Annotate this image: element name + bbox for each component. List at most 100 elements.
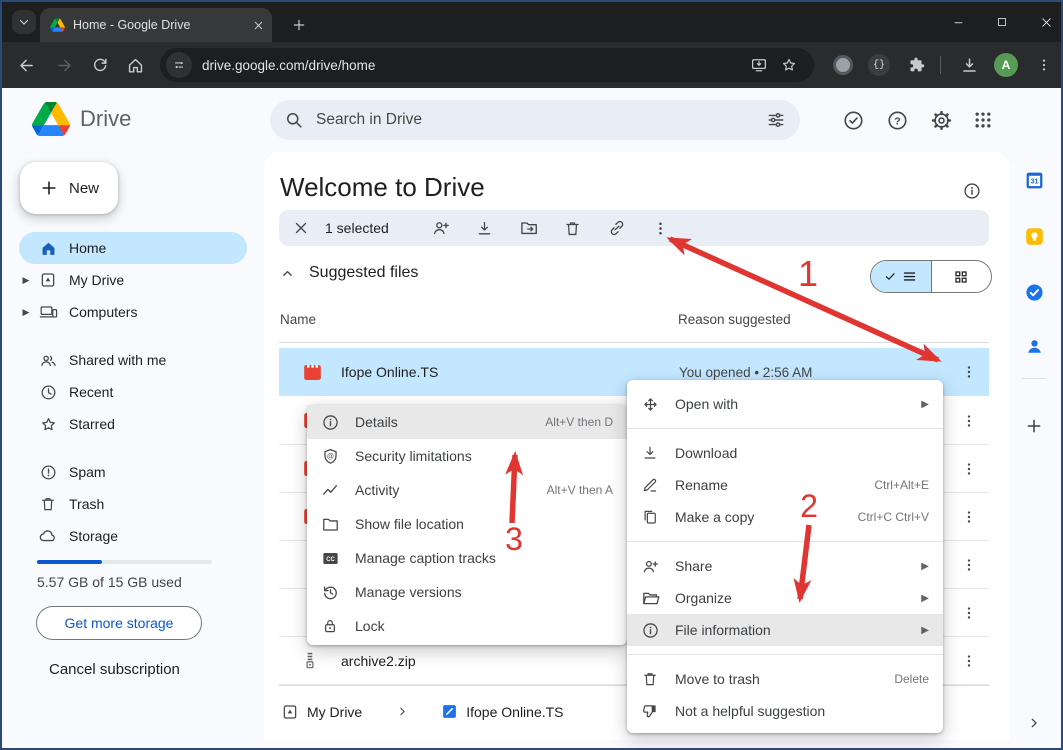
svg-text:31: 31 bbox=[1030, 178, 1038, 185]
browser-profile-avatar[interactable]: A bbox=[994, 53, 1018, 77]
menu-item-download[interactable]: Download bbox=[627, 437, 943, 469]
menu-item-manage-versions[interactable]: Manage versions bbox=[307, 575, 627, 609]
sidebar-item-home[interactable]: Home bbox=[19, 232, 247, 264]
menu-item-security-limitations[interactable]: @ Security limitations bbox=[307, 439, 627, 473]
browser-menu-button[interactable] bbox=[1032, 53, 1056, 77]
menu-item-organize[interactable]: Organize ▶ bbox=[627, 582, 943, 614]
extensions-button[interactable] bbox=[905, 53, 929, 77]
window-close-button[interactable] bbox=[1028, 2, 1063, 42]
calendar-panel-button[interactable]: 31 bbox=[1022, 168, 1046, 192]
sidebar-item-my-drive[interactable]: ▶ My Drive bbox=[19, 264, 247, 296]
row-more-actions-button[interactable] bbox=[949, 413, 989, 429]
downloads-button[interactable] bbox=[957, 53, 981, 77]
list-view-button[interactable] bbox=[871, 261, 932, 292]
tasks-panel-button[interactable] bbox=[1022, 280, 1046, 304]
help-button[interactable]: ? bbox=[885, 108, 909, 132]
menu-item-lock[interactable]: Lock bbox=[307, 609, 627, 643]
sidebar-item-label: Home bbox=[69, 240, 106, 256]
sidebar-item-recent[interactable]: Recent bbox=[19, 376, 247, 408]
window-maximize-button[interactable] bbox=[984, 2, 1020, 42]
sidebar-item-computers[interactable]: ▶ Computers bbox=[19, 296, 247, 328]
new-button[interactable]: New bbox=[20, 162, 118, 214]
settings-button[interactable] bbox=[929, 108, 953, 132]
window-minimize-button[interactable] bbox=[940, 2, 976, 42]
move-button[interactable] bbox=[507, 218, 551, 238]
breadcrumb-current[interactable]: Ifope Online.TS bbox=[466, 704, 563, 720]
site-settings-button[interactable] bbox=[166, 52, 192, 78]
menu-item-file-information[interactable]: File information ▶ bbox=[627, 614, 943, 646]
offline-status-button[interactable] bbox=[841, 108, 865, 132]
menu-item-manage-caption-tracks[interactable]: CC Manage caption tracks bbox=[307, 541, 627, 575]
submenu-arrow-icon: ▶ bbox=[921, 625, 929, 636]
sidebar-item-spam[interactable]: Spam bbox=[19, 456, 247, 488]
row-more-actions-button[interactable] bbox=[949, 364, 989, 380]
bookmark-button[interactable] bbox=[774, 56, 804, 74]
grid-view-button[interactable] bbox=[932, 261, 992, 292]
page-info-button[interactable] bbox=[960, 179, 984, 203]
install-app-button[interactable] bbox=[744, 56, 774, 74]
back-button[interactable] bbox=[14, 53, 38, 77]
search-input[interactable]: Search in Drive bbox=[316, 111, 766, 129]
menu-item-label: Move to trash bbox=[675, 671, 882, 687]
drive-favicon bbox=[50, 18, 65, 32]
forward-button[interactable] bbox=[52, 53, 76, 77]
copy-link-button[interactable] bbox=[595, 218, 639, 238]
browser-tab-active[interactable]: Home - Google Drive bbox=[40, 8, 272, 42]
column-header-reason[interactable]: Reason suggested bbox=[678, 312, 791, 327]
menu-item-rename[interactable]: Rename Ctrl+Alt+E bbox=[627, 469, 943, 501]
extension-badge-button[interactable]: {} bbox=[868, 54, 890, 76]
expand-caret-icon[interactable]: ▶ bbox=[19, 307, 33, 318]
expand-caret-icon[interactable]: ▶ bbox=[19, 275, 33, 286]
breadcrumb-root[interactable]: My Drive bbox=[307, 704, 362, 720]
sidebar-item-trash[interactable]: Trash bbox=[19, 488, 247, 520]
get-addons-button[interactable] bbox=[1022, 414, 1046, 438]
row-more-actions-button[interactable] bbox=[949, 461, 989, 477]
menu-item-move-to-trash[interactable]: Move to trash Delete bbox=[627, 663, 943, 695]
sidebar-item-starred[interactable]: Starred bbox=[19, 408, 247, 440]
advanced-search-icon[interactable] bbox=[766, 110, 786, 130]
apps-grid-button[interactable] bbox=[971, 108, 995, 132]
share-button[interactable] bbox=[419, 218, 463, 238]
menu-item-show-file-location[interactable]: Show file location bbox=[307, 507, 627, 541]
search-bar[interactable]: Search in Drive bbox=[270, 100, 800, 140]
home-button[interactable] bbox=[123, 53, 147, 77]
reload-button[interactable] bbox=[88, 53, 112, 77]
sidebar-item-shared-with-me[interactable]: Shared with me bbox=[19, 344, 247, 376]
plus-icon bbox=[1025, 417, 1043, 435]
menu-item-share[interactable]: Share ▶ bbox=[627, 550, 943, 582]
new-tab-button[interactable] bbox=[286, 12, 312, 38]
row-more-actions-button[interactable] bbox=[949, 509, 989, 525]
collapse-chevron-icon[interactable] bbox=[280, 266, 295, 281]
menu-item-open-with[interactable]: Open with ▶ bbox=[627, 388, 943, 420]
download-tray-icon bbox=[960, 56, 979, 75]
trash-icon bbox=[639, 670, 661, 688]
cancel-subscription-link[interactable]: Cancel subscription bbox=[49, 661, 180, 678]
tab-search-button[interactable] bbox=[12, 10, 36, 34]
download-button[interactable] bbox=[463, 219, 507, 238]
menu-item-details[interactable]: Details Alt+V then D bbox=[307, 405, 627, 439]
menu-item-make-a-copy[interactable]: Make a copy Ctrl+C Ctrl+V bbox=[627, 501, 943, 533]
column-header-name[interactable]: Name bbox=[280, 312, 316, 327]
drive-logo[interactable] bbox=[32, 102, 70, 136]
shield-icon: @ bbox=[319, 447, 341, 466]
media-control-button[interactable] bbox=[833, 55, 853, 75]
contacts-panel-button[interactable] bbox=[1022, 334, 1046, 358]
section-title[interactable]: Suggested files bbox=[309, 264, 418, 282]
more-actions-button[interactable] bbox=[639, 220, 683, 237]
hide-side-panel-button[interactable] bbox=[1022, 711, 1046, 735]
tab-close-icon[interactable] bbox=[253, 20, 264, 31]
row-more-actions-button[interactable] bbox=[949, 557, 989, 573]
get-more-storage-button[interactable]: Get more storage bbox=[36, 606, 202, 640]
menu-item-not-helpful[interactable]: Not a helpful suggestion bbox=[627, 695, 943, 727]
trash-icon bbox=[563, 219, 582, 238]
row-more-actions-button[interactable] bbox=[949, 653, 989, 669]
menu-item-activity[interactable]: Activity Alt+V then A bbox=[307, 473, 627, 507]
clear-selection-button[interactable] bbox=[279, 219, 323, 237]
braces-icon: {} bbox=[873, 60, 885, 71]
sidebar-item-storage[interactable]: Storage bbox=[19, 520, 247, 552]
url-text[interactable]: drive.google.com/drive/home bbox=[202, 58, 744, 73]
keep-panel-button[interactable] bbox=[1022, 224, 1046, 248]
row-more-actions-button[interactable] bbox=[949, 605, 989, 621]
trash-button[interactable] bbox=[551, 219, 595, 238]
address-bar[interactable]: drive.google.com/drive/home bbox=[160, 48, 814, 82]
